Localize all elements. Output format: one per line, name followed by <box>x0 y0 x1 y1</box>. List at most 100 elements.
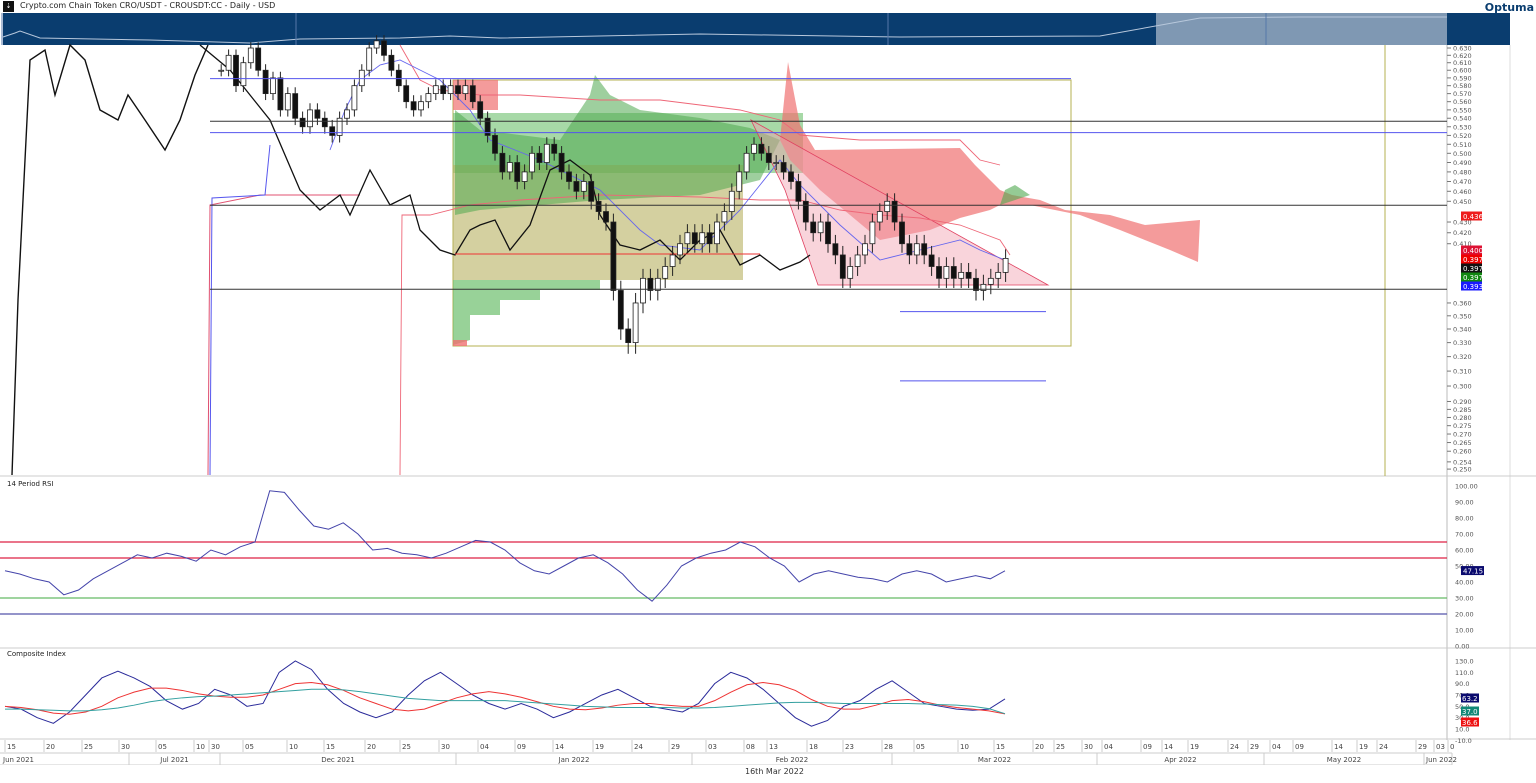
candle-body <box>307 109 313 128</box>
candle-body <box>381 40 387 56</box>
day-label: 15 <box>7 743 16 751</box>
candle-body <box>566 171 572 182</box>
candle-body <box>418 101 424 111</box>
candle-body <box>277 77 284 111</box>
composite-value-label: 63.2 <box>1462 695 1478 703</box>
month-label: Jun 2022 <box>1425 756 1457 764</box>
price-tick-label: 0.540 <box>1453 115 1472 123</box>
day-label: 0 <box>1450 743 1454 751</box>
chart-canvas[interactable]: 0.6300.6200.6100.6000.5900.5800.5700.560… <box>0 0 1536 765</box>
candle-body <box>225 54 232 71</box>
candle-body <box>943 266 950 279</box>
day-label: 29 <box>1250 743 1259 751</box>
candle-body <box>773 162 780 164</box>
candle-body <box>647 277 654 291</box>
candle-body <box>558 152 565 173</box>
candle-body <box>743 152 750 173</box>
candle-body <box>595 200 602 212</box>
candle-body <box>928 254 935 267</box>
candle-body <box>270 77 276 95</box>
candle-body <box>950 266 957 279</box>
candle-body <box>832 243 839 256</box>
candle-body <box>499 152 506 173</box>
candle-body <box>543 143 550 163</box>
day-label: 30 <box>1084 743 1093 751</box>
price-tick-label: 0.320 <box>1453 353 1472 361</box>
candle-body <box>913 243 920 256</box>
candle-body <box>684 232 691 245</box>
candle-body <box>262 69 269 95</box>
candle-body <box>936 266 942 279</box>
candle-body <box>462 85 469 95</box>
candle-body <box>529 152 535 173</box>
candle-body <box>876 211 883 223</box>
day-label: 05 <box>158 743 167 751</box>
candle-body <box>233 54 239 87</box>
day-label: 08 <box>746 743 755 751</box>
day-label: 20 <box>367 743 376 751</box>
composite-tick-label: 130.0 <box>1455 657 1474 665</box>
price-tick-label: 0.270 <box>1453 431 1472 439</box>
candle-body <box>314 109 321 119</box>
candle-body <box>802 200 809 223</box>
candle-body <box>344 109 350 119</box>
candle-body <box>477 101 484 119</box>
candle-body <box>440 85 447 95</box>
candle-body <box>780 162 787 173</box>
candle-body <box>240 62 247 87</box>
composite-value-label: 36.6 <box>1462 719 1478 727</box>
candle-body <box>958 271 965 279</box>
price-tick-label: 0.290 <box>1453 398 1472 406</box>
price-tick-label: 0.520 <box>1453 132 1472 140</box>
price-badge-label: 0.397 <box>1463 256 1483 264</box>
candle <box>233 49 239 93</box>
rsi-tick-label: 30.00 <box>1455 595 1474 603</box>
month-label: Mar 2022 <box>978 756 1011 764</box>
price-tick-label: 0.420 <box>1453 229 1472 237</box>
candle-body <box>884 200 891 212</box>
day-label: 25 <box>84 743 93 751</box>
candle-body <box>617 290 624 330</box>
day-label: 14 <box>1334 743 1343 751</box>
price-tick-label: 0.280 <box>1453 414 1472 422</box>
candle-body <box>721 211 728 223</box>
candle-body <box>521 171 528 182</box>
price-tick-label: 0.260 <box>1453 448 1472 456</box>
cursor-date: 16th Mar 2022 <box>745 767 804 776</box>
price-tick-label: 0.550 <box>1453 106 1472 114</box>
candle-body <box>321 117 328 128</box>
day-label: 15 <box>996 743 1005 751</box>
day-label: 30 <box>121 743 130 751</box>
day-label: 29 <box>1418 743 1427 751</box>
candle-body <box>603 211 609 223</box>
rsi-tick-label: 70.00 <box>1455 531 1474 539</box>
candle-body <box>869 221 876 245</box>
candle-body <box>677 243 683 256</box>
day-label: 20 <box>46 743 55 751</box>
candle-body <box>640 277 646 304</box>
candle-body <box>469 85 476 103</box>
day-label: 28 <box>884 743 893 751</box>
rsi-tick-label: 90.00 <box>1455 499 1474 507</box>
day-label: 19 <box>1190 743 1199 751</box>
candle-body <box>573 181 580 192</box>
price-badge-label: 0.397 <box>1463 274 1483 282</box>
day-label: 23 <box>845 743 854 751</box>
candle-body <box>736 171 743 192</box>
candle-body <box>366 47 373 71</box>
day-label: 03 <box>1436 743 1445 751</box>
price-tick-label: 0.560 <box>1453 98 1472 106</box>
candle-body <box>588 181 595 202</box>
composite-value-label: 37.0 <box>1462 708 1478 716</box>
day-label: 09 <box>517 743 526 751</box>
candle-body <box>891 200 898 223</box>
candle-body <box>506 162 513 173</box>
composite-tick-label: 90.0 <box>1455 680 1469 688</box>
month-label: Jun 2021 <box>2 756 34 764</box>
candle-body <box>751 143 757 154</box>
price-badge-label: 0.393 <box>1463 283 1483 291</box>
candle-body <box>691 232 698 245</box>
rsi-tick-label: 0.00 <box>1455 643 1469 651</box>
candle-body <box>284 93 291 111</box>
navigator-strip <box>3 13 1156 45</box>
